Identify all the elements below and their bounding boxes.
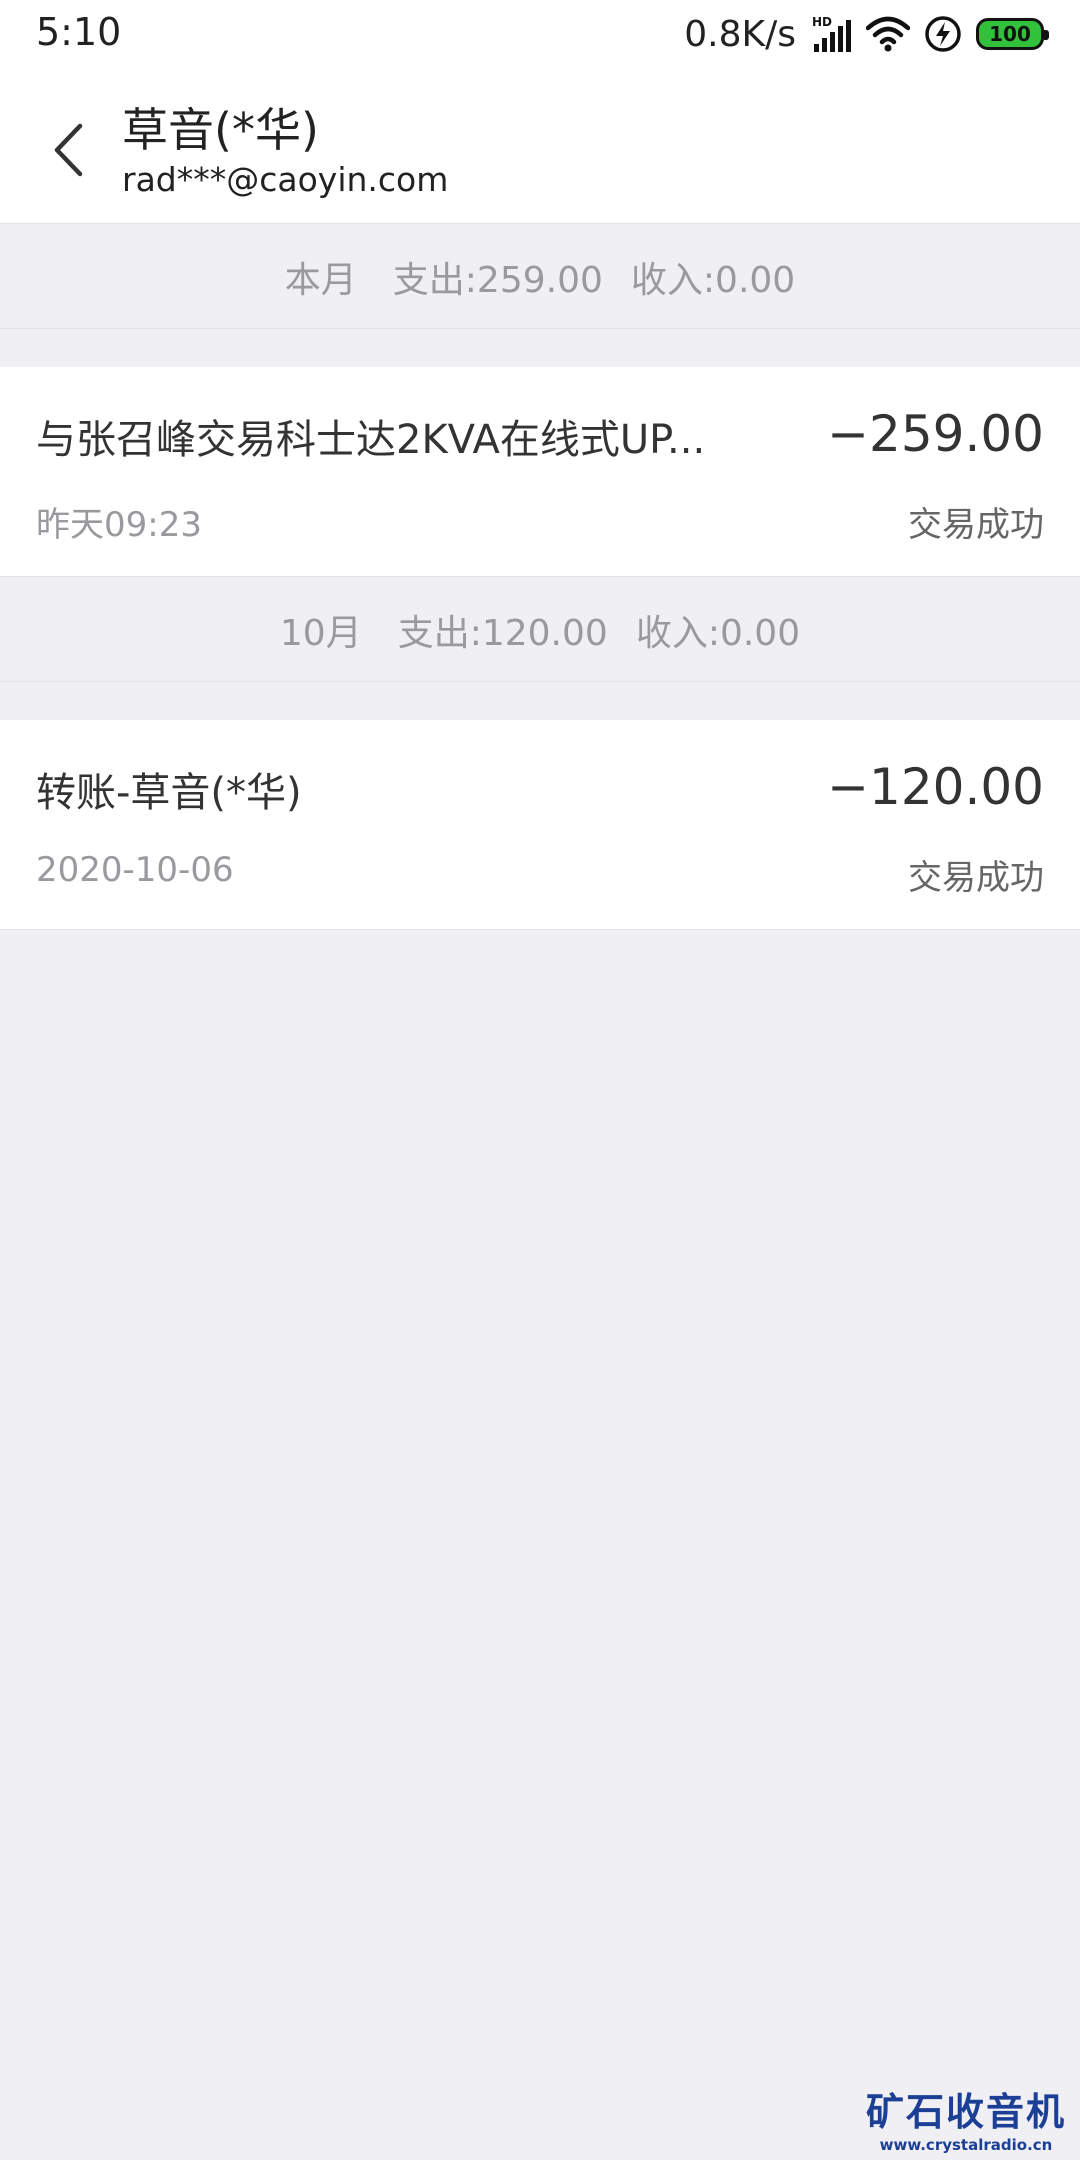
month-income: 收入:0.00 xyxy=(630,259,796,301)
transaction-status: 交易成功 xyxy=(908,505,1044,545)
watermark-logo: 矿石收音机 www.crystalradio.cn xyxy=(866,2081,1066,2154)
battery-icon: 100 xyxy=(976,18,1049,50)
month-summary-october: 10月 支出:120.00 收入:0.00 xyxy=(0,578,1080,682)
status-time: 5:10 xyxy=(36,10,122,54)
status-bar: 5:10 0.8K/s HD 100 xyxy=(0,0,1080,68)
month-expense: 支出:120.00 xyxy=(397,612,608,654)
chevron-left-icon xyxy=(54,123,83,177)
month-income: 收入:0.00 xyxy=(635,612,801,654)
transaction-row[interactable]: 转账-草音(*华) −120.00 2020-10-06 交易成功 xyxy=(0,720,1080,930)
transaction-date: 2020-10-06 xyxy=(36,850,234,890)
transaction-title: 与张召峰交易科士达2KVA在线式UP... xyxy=(36,417,706,463)
watermark-url: www.crystalradio.cn xyxy=(879,2136,1053,2154)
status-icons: 0.8K/s HD 100 xyxy=(684,12,1049,56)
month-expense: 支出:259.00 xyxy=(392,259,603,301)
month-label: 本月 xyxy=(284,259,357,301)
transaction-status: 交易成功 xyxy=(908,858,1044,898)
page-title: 草音(*华) xyxy=(122,103,319,157)
signal-icon: HD xyxy=(810,14,852,54)
transaction-row[interactable]: 与张召峰交易科士达2KVA在线式UP... −259.00 昨天09:23 交易… xyxy=(0,367,1080,577)
transaction-amount: −120.00 xyxy=(827,758,1044,816)
back-button[interactable] xyxy=(40,112,96,188)
network-speed: 0.8K/s xyxy=(684,13,796,55)
app-root: 5:10 0.8K/s HD 100 草音(*华) rad***@caoyin.… xyxy=(0,0,1080,2160)
watermark-cn: 矿石收音机 xyxy=(865,2090,1066,2134)
month-label: 10月 xyxy=(279,612,362,654)
charging-icon xyxy=(924,15,962,53)
transaction-date: 昨天09:23 xyxy=(36,505,202,545)
account-email: rad***@caoyin.com xyxy=(122,160,449,199)
wifi-icon xyxy=(866,16,910,52)
page-header: 草音(*华) rad***@caoyin.com xyxy=(0,68,1080,224)
signal-hd-label: HD xyxy=(812,15,832,29)
month-summary-current: 本月 支出:259.00 收入:0.00 xyxy=(0,225,1080,329)
transaction-amount: −259.00 xyxy=(827,405,1044,463)
transaction-title: 转账-草音(*华) xyxy=(36,770,302,816)
